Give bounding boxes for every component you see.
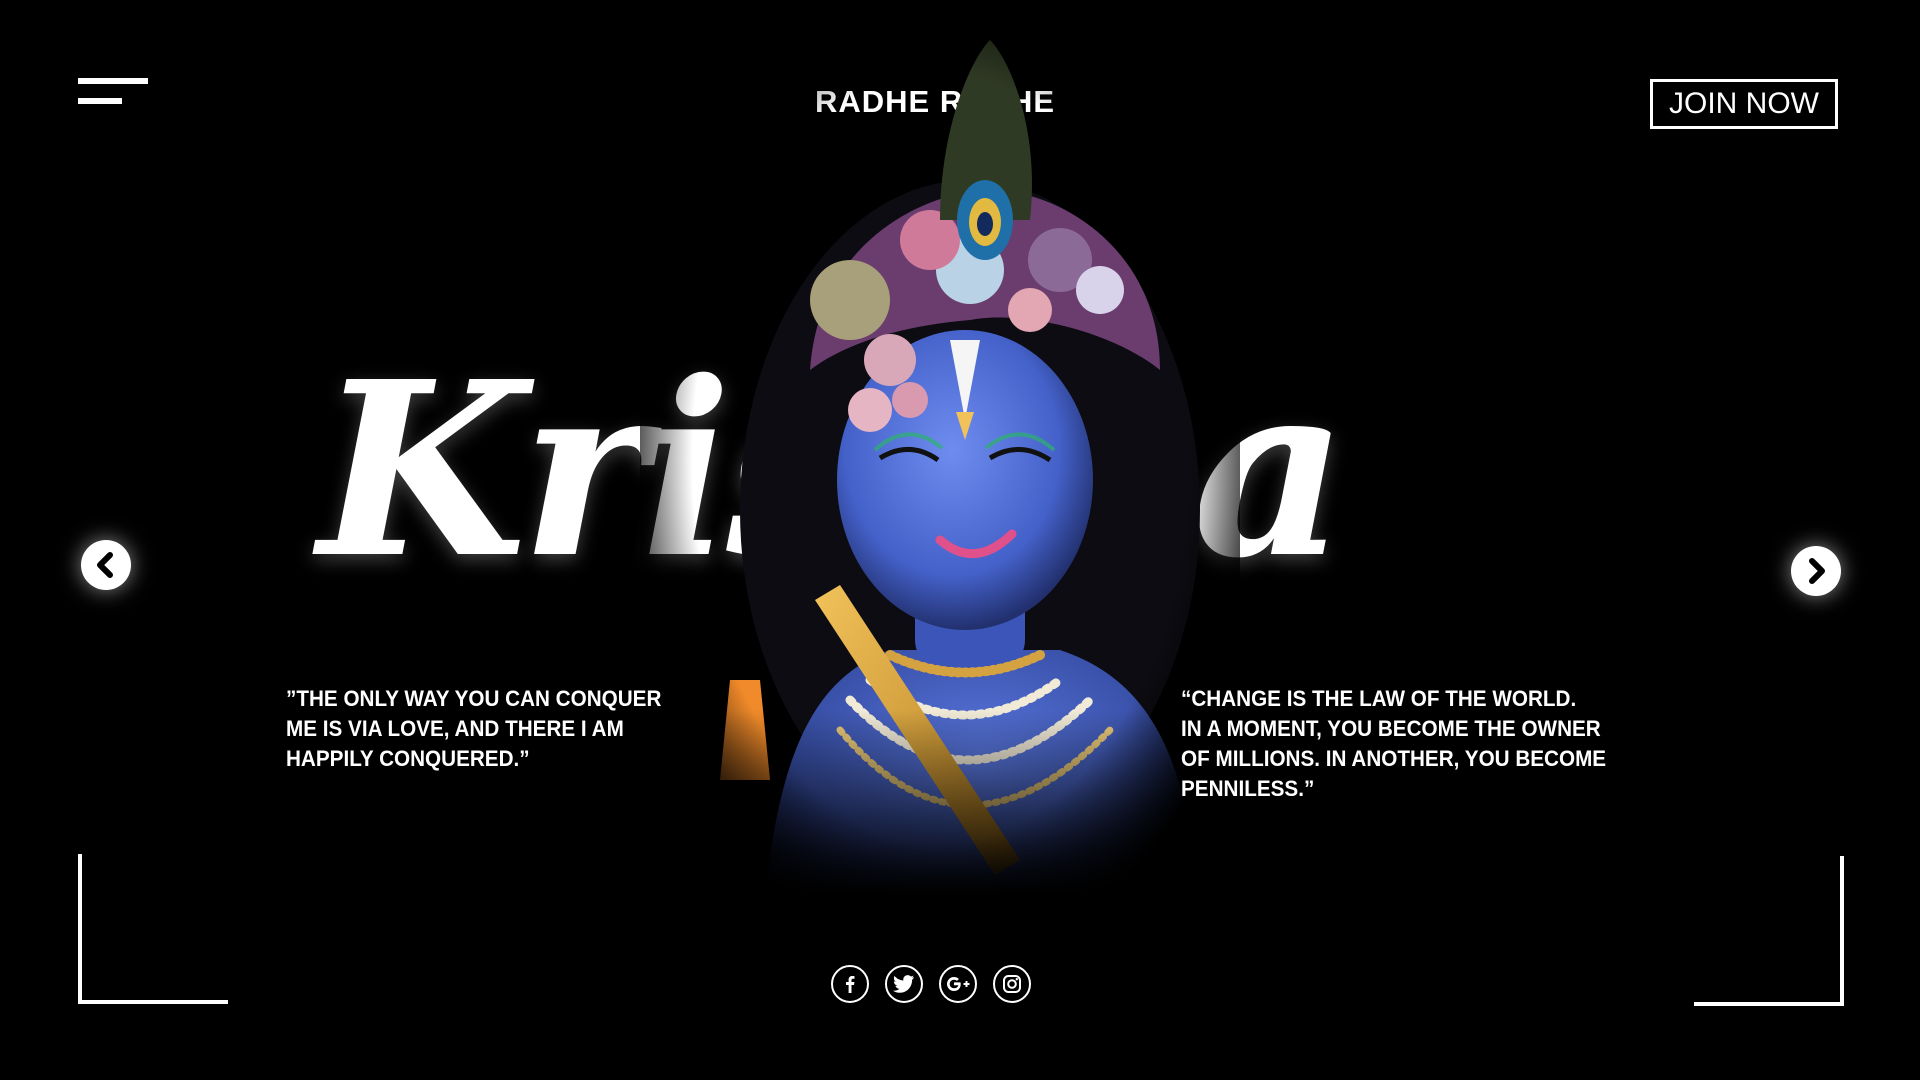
chevron-left-icon (97, 552, 113, 578)
corner-bracket-left (78, 854, 228, 1004)
google-plus-icon (947, 977, 970, 991)
menu-icon[interactable] (78, 78, 150, 108)
instagram-icon (1003, 975, 1021, 993)
corner-bracket-right (1694, 856, 1844, 1006)
facebook-link[interactable] (831, 965, 869, 1003)
twitter-link[interactable] (885, 965, 923, 1003)
prev-slide-button[interactable] (81, 540, 131, 590)
instagram-link[interactable] (993, 965, 1031, 1003)
chevron-right-icon (1809, 558, 1825, 584)
landing-page: RADHE RADHE JOIN NOW Krishna ”THE ONLY W… (0, 0, 1920, 1080)
brand-title: RADHE RADHE (815, 84, 1056, 119)
menu-bar-top (78, 78, 148, 84)
quote-left: ”THE ONLY WAY YOU CAN CONQUER ME IS VIA … (286, 686, 662, 771)
hero-title: Krishna (318, 329, 1348, 611)
social-links (831, 965, 1031, 1003)
join-now-button[interactable]: JOIN NOW (1650, 79, 1838, 129)
twitter-icon (893, 975, 915, 993)
google-plus-link[interactable] (939, 965, 977, 1003)
next-slide-button[interactable] (1791, 546, 1841, 596)
facebook-icon (846, 976, 855, 993)
quote-right: “CHANGE IS THE LAW OF THE WORLD. IN A MO… (1181, 686, 1607, 801)
menu-bar-bottom (78, 98, 122, 104)
